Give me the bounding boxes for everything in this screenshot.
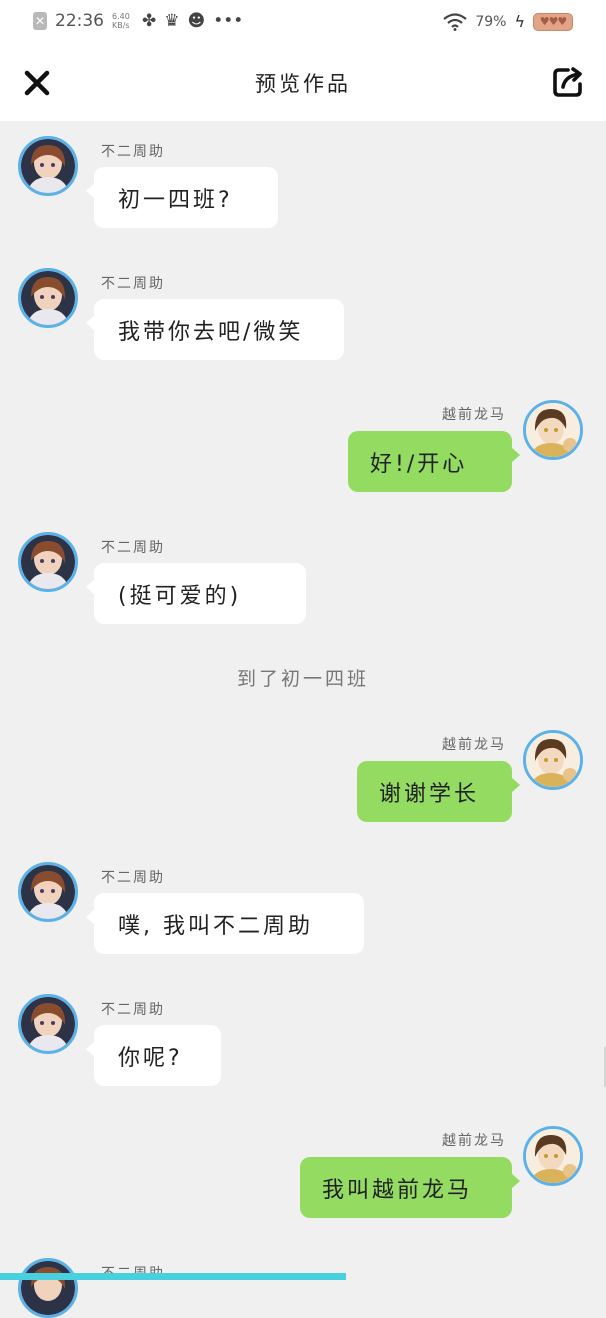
message-bubble[interactable]: 你呢? [94, 1025, 221, 1086]
message-text: (挺可爱的) [118, 583, 242, 609]
message-text: 谢谢学长 [379, 781, 480, 807]
message-bubble[interactable]: 我带你去吧/微笑 [94, 299, 344, 360]
status-bar: ✕ 22:36 6.40 KB/s ✤ ♛ ☻ ••• 79% ϟ ♥♥♥ [0, 0, 606, 46]
sender-name: 不二周助 [101, 1002, 165, 1018]
message-bubble[interactable]: 噗, 我叫不二周助 [94, 893, 364, 954]
app-header: 预览作品 [0, 46, 606, 121]
message-bubble[interactable]: 好!/开心 [348, 431, 512, 492]
message-text: 我带你去吧/微笑 [118, 319, 304, 345]
sender-name: 越前龙马 [442, 1133, 506, 1149]
clock: 22:36 [55, 11, 104, 31]
chat-area[interactable]: 不二周助 初一四班? 不二周助 我带你去吧/微笑 越前龙马 好!/开心 不二周助… [0, 121, 606, 1318]
avatar[interactable] [523, 730, 583, 790]
bubble-tail [511, 1173, 520, 1189]
sender-name: 越前龙马 [442, 737, 506, 753]
message-text: 好!/开心 [370, 451, 468, 477]
sender-name: 不二周助 [101, 870, 165, 886]
bubble-tail [511, 447, 520, 463]
message-text: 噗, 我叫不二周助 [118, 913, 313, 939]
crown-icon: ♛ [164, 11, 180, 31]
message-text: 你呢? [118, 1045, 183, 1071]
avatar[interactable] [18, 136, 78, 196]
progress-bar [0, 1273, 346, 1280]
narration-text: 到了初一四班 [236, 668, 369, 690]
battery-icon: ♥♥♥ [533, 12, 573, 31]
net-speed: 6.40 KB/s [112, 12, 130, 30]
bubble-tail [511, 777, 520, 793]
avatar[interactable] [18, 1258, 78, 1318]
charging-bolt-icon: ϟ [514, 12, 525, 31]
sender-name: 不二周助 [101, 144, 165, 160]
message-bubble[interactable]: (挺可爱的) [94, 563, 306, 624]
avatar[interactable] [523, 400, 583, 460]
wifi-icon [443, 12, 468, 31]
page-title: 预览作品 [255, 72, 351, 96]
battery-percent: 79% [475, 13, 507, 30]
notification-x-icon: ✕ [33, 12, 47, 30]
avatar[interactable] [18, 862, 78, 922]
sender-name: 越前龙马 [442, 407, 506, 423]
message-bubble[interactable]: 谢谢学长 [357, 761, 512, 822]
sender-name: 不二周助 [101, 276, 165, 292]
pinwheel-icon: ✤ [142, 11, 157, 31]
avatar[interactable] [18, 268, 78, 328]
avatar[interactable] [18, 994, 78, 1054]
more-dots-icon: ••• [213, 11, 244, 31]
ninja-face-icon: ☻ [187, 11, 206, 31]
message-bubble[interactable]: 初一四班? [94, 167, 278, 228]
sender-name: 不二周助 [101, 540, 165, 556]
avatar[interactable] [18, 532, 78, 592]
avatar[interactable] [523, 1126, 583, 1186]
message-text: 初一四班? [118, 187, 233, 213]
message-text: 我叫越前龙马 [322, 1177, 473, 1203]
status-right: 79% ϟ ♥♥♥ [443, 12, 573, 31]
status-left: ✕ 22:36 6.40 KB/s ✤ ♛ ☻ ••• [33, 11, 243, 31]
message-bubble[interactable]: 我叫越前龙马 [300, 1157, 512, 1218]
share-export-icon[interactable] [550, 64, 586, 100]
